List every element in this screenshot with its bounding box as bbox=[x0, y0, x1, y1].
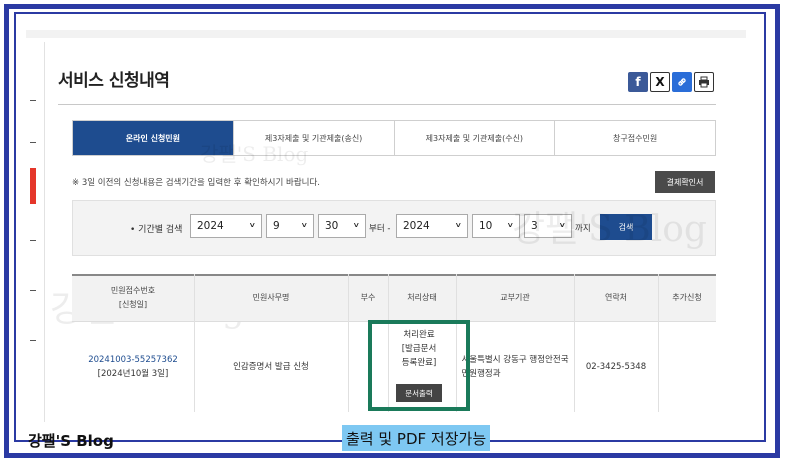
left-tick bbox=[30, 340, 36, 341]
from-month-value: 9 bbox=[273, 220, 280, 232]
print-icon[interactable] bbox=[694, 72, 714, 92]
from-suffix: 부터 - bbox=[369, 224, 391, 234]
header-contact: 연락처 bbox=[604, 293, 628, 302]
payment-confirmation-button[interactable]: 결제확인서 bbox=[655, 171, 715, 193]
highlight-box bbox=[368, 320, 470, 411]
chevron-down-icon: ∨ bbox=[454, 221, 462, 230]
chevron-down-icon: ∨ bbox=[300, 221, 308, 230]
watermark: 강팰'S Blog bbox=[200, 142, 309, 166]
left-tick bbox=[30, 240, 36, 241]
to-month-value: 10 bbox=[479, 220, 493, 232]
left-red-marker bbox=[30, 168, 36, 204]
chevron-down-icon: ∨ bbox=[352, 221, 360, 230]
header-status: 처리상태 bbox=[407, 293, 437, 302]
top-bar bbox=[26, 30, 746, 38]
agency-value: 서울특별시 강동구 행정안전국 민원행정과 bbox=[461, 355, 569, 379]
blog-label: 강팰'S Blog bbox=[28, 432, 114, 450]
header-service-name: 민원사무명 bbox=[252, 293, 290, 302]
watermark: 강팰'S Blog bbox=[512, 209, 707, 250]
chevron-down-icon: ∨ bbox=[248, 221, 256, 230]
service-name: 인감증명서 발급 신청 bbox=[233, 362, 309, 372]
caption-banner: 출력 및 PDF 저장가능 bbox=[342, 425, 491, 451]
extra-value bbox=[658, 322, 716, 412]
left-tick bbox=[30, 290, 36, 291]
from-day-select[interactable]: 30 ∨ bbox=[318, 214, 366, 238]
x-icon[interactable]: X bbox=[650, 72, 670, 92]
link-icon[interactable] bbox=[672, 72, 692, 92]
to-year-value: 2024 bbox=[403, 220, 430, 232]
left-tick bbox=[30, 142, 36, 143]
table-row-app-number: 20241003-55257362 [2024년10월 3일] bbox=[72, 322, 194, 412]
contact-value: 02-3425-5348 bbox=[585, 362, 647, 372]
tab-third-party-received[interactable]: 제3자제출 및 기관제출(수신) bbox=[393, 121, 555, 155]
header-extra-application: 추가신청 bbox=[672, 293, 702, 302]
left-divider bbox=[44, 42, 45, 422]
notice-text: ※ 3일 이전의 신청내용은 검색기간을 입력한 후 확인하시기 바랍니다. bbox=[72, 178, 320, 188]
app-date: [2024년10월 3일] bbox=[97, 369, 169, 379]
tab-bar: 온라인 신청민원 제3자제출 및 기관제출(송신) 제3자제출 및 기관제출(수… bbox=[72, 120, 716, 156]
from-day-value: 30 bbox=[325, 220, 339, 232]
from-year-value: 2024 bbox=[197, 220, 224, 232]
from-year-select[interactable]: 2024 ∨ bbox=[190, 214, 262, 238]
search-label: • 기간별 검색 bbox=[130, 225, 183, 235]
page-title: 서비스 신청내역 bbox=[58, 71, 170, 91]
facebook-icon[interactable]: f bbox=[628, 72, 648, 92]
from-month-select[interactable]: 9 ∨ bbox=[266, 214, 314, 238]
left-tick bbox=[30, 100, 36, 101]
header-app-number: 민원접수번호 [신청일] bbox=[110, 286, 156, 309]
header-agency: 교부기관 bbox=[500, 293, 530, 302]
title-underline bbox=[58, 104, 716, 105]
header-copies: 부수 bbox=[360, 293, 376, 302]
app-number-link[interactable]: 20241003-55257362 bbox=[88, 353, 178, 367]
tab-counter-application[interactable]: 창구접수민원 bbox=[554, 121, 715, 155]
to-year-select[interactable]: 2024 ∨ bbox=[396, 214, 468, 238]
